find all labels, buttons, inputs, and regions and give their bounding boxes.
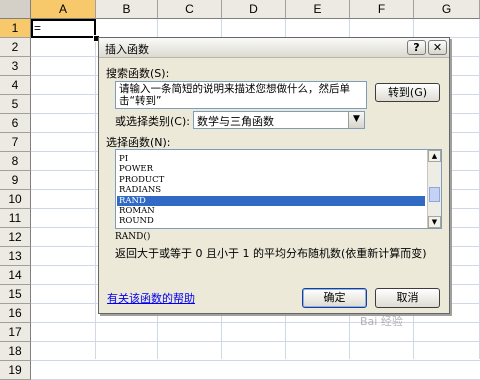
row-header-11[interactable]: 11 [0, 209, 31, 228]
category-value: 数学与三角函数 [197, 115, 274, 128]
column-header-a[interactable]: A [31, 0, 96, 19]
dialog-title: 插入函数 [105, 43, 149, 56]
search-function-input[interactable]: 请输入一条简短的说明来描述您想做什么，然后单击“转到” [115, 81, 367, 109]
scroll-down-icon[interactable]: ▼ [428, 216, 441, 228]
scroll-up-icon[interactable]: ▲ [428, 150, 441, 162]
function-list-item[interactable]: PI [117, 154, 425, 164]
function-list-item[interactable]: POWER [117, 164, 425, 174]
column-header-g[interactable]: G [414, 0, 480, 19]
function-list-item[interactable]: ROMAN [117, 206, 425, 216]
watermark: Bai 经验 [360, 315, 403, 328]
row-header-17[interactable]: 17 [0, 323, 31, 342]
row-header-15[interactable]: 15 [0, 285, 31, 304]
row-header-8[interactable]: 8 [0, 152, 31, 171]
scrollbar-thumb[interactable] [429, 187, 440, 202]
function-description: 返回大于或等于 0 且小于 1 的平均分布随机数(依重新计算而变) [115, 247, 427, 260]
insert-function-dialog: 插入函数 ? ✕ 搜索函数(S): 请输入一条简短的说明来描述您想做什么，然后单… [98, 37, 450, 314]
function-list-item[interactable]: ROUND [117, 216, 425, 226]
category-label: 或选择类别(C): [115, 115, 190, 128]
dialog-titlebar[interactable]: 插入函数 ? ✕ [99, 38, 449, 58]
row-header-19[interactable]: 19 [0, 361, 31, 380]
function-list-item[interactable]: PRODUCT [117, 175, 425, 185]
goto-button[interactable]: 转到(G) [375, 83, 440, 102]
select-all-corner[interactable] [0, 0, 31, 19]
row-header-10[interactable]: 10 [0, 190, 31, 209]
active-cell-a1[interactable]: = [31, 19, 96, 38]
cancel-button[interactable]: 取消 [375, 288, 440, 308]
select-function-label: 选择函数(N): [106, 136, 171, 149]
row-header-14[interactable]: 14 [0, 266, 31, 285]
category-select[interactable]: 数学与三角函数 ▼ [193, 111, 365, 129]
column-header-e[interactable]: E [286, 0, 350, 19]
function-signature: RAND() [115, 232, 151, 242]
row-header-18[interactable]: 18 [0, 342, 31, 361]
search-label: 搜索函数(S): [106, 67, 170, 80]
column-header-c[interactable]: C [158, 0, 222, 19]
dropdown-arrow-icon[interactable]: ▼ [348, 112, 364, 128]
row-header-6[interactable]: 6 [0, 114, 31, 133]
close-button[interactable]: ✕ [428, 40, 447, 55]
column-header-d[interactable]: D [222, 0, 286, 19]
row-header-4[interactable]: 4 [0, 76, 31, 95]
gridline [31, 341, 480, 342]
row-header-12[interactable]: 12 [0, 228, 31, 247]
column-header-b[interactable]: B [96, 0, 158, 19]
row-header-5[interactable]: 5 [0, 95, 31, 114]
gridline [31, 360, 480, 361]
function-list-item[interactable]: RAND [117, 195, 425, 206]
ok-button[interactable]: 确定 [302, 288, 367, 308]
function-list-item[interactable]: RADIANS [117, 185, 425, 195]
gridline [31, 322, 480, 323]
row-header-3[interactable]: 3 [0, 57, 31, 76]
row-header-16[interactable]: 16 [0, 304, 31, 323]
row-header-13[interactable]: 13 [0, 247, 31, 266]
row-header-2[interactable]: 2 [0, 38, 31, 57]
help-button[interactable]: ? [407, 40, 426, 55]
row-header-9[interactable]: 9 [0, 171, 31, 190]
function-list[interactable]: PI POWER PRODUCT RADIANS RAND ROMAN ROUND ▲ ▼ [115, 149, 442, 229]
row-header-7[interactable]: 7 [0, 133, 31, 152]
function-help-link[interactable]: 有关该函数的帮助 [107, 290, 195, 306]
function-list-scrollbar[interactable]: ▲ ▼ [427, 150, 441, 228]
row-header-1[interactable]: 1 [0, 19, 31, 38]
column-header-f[interactable]: F [350, 0, 414, 19]
